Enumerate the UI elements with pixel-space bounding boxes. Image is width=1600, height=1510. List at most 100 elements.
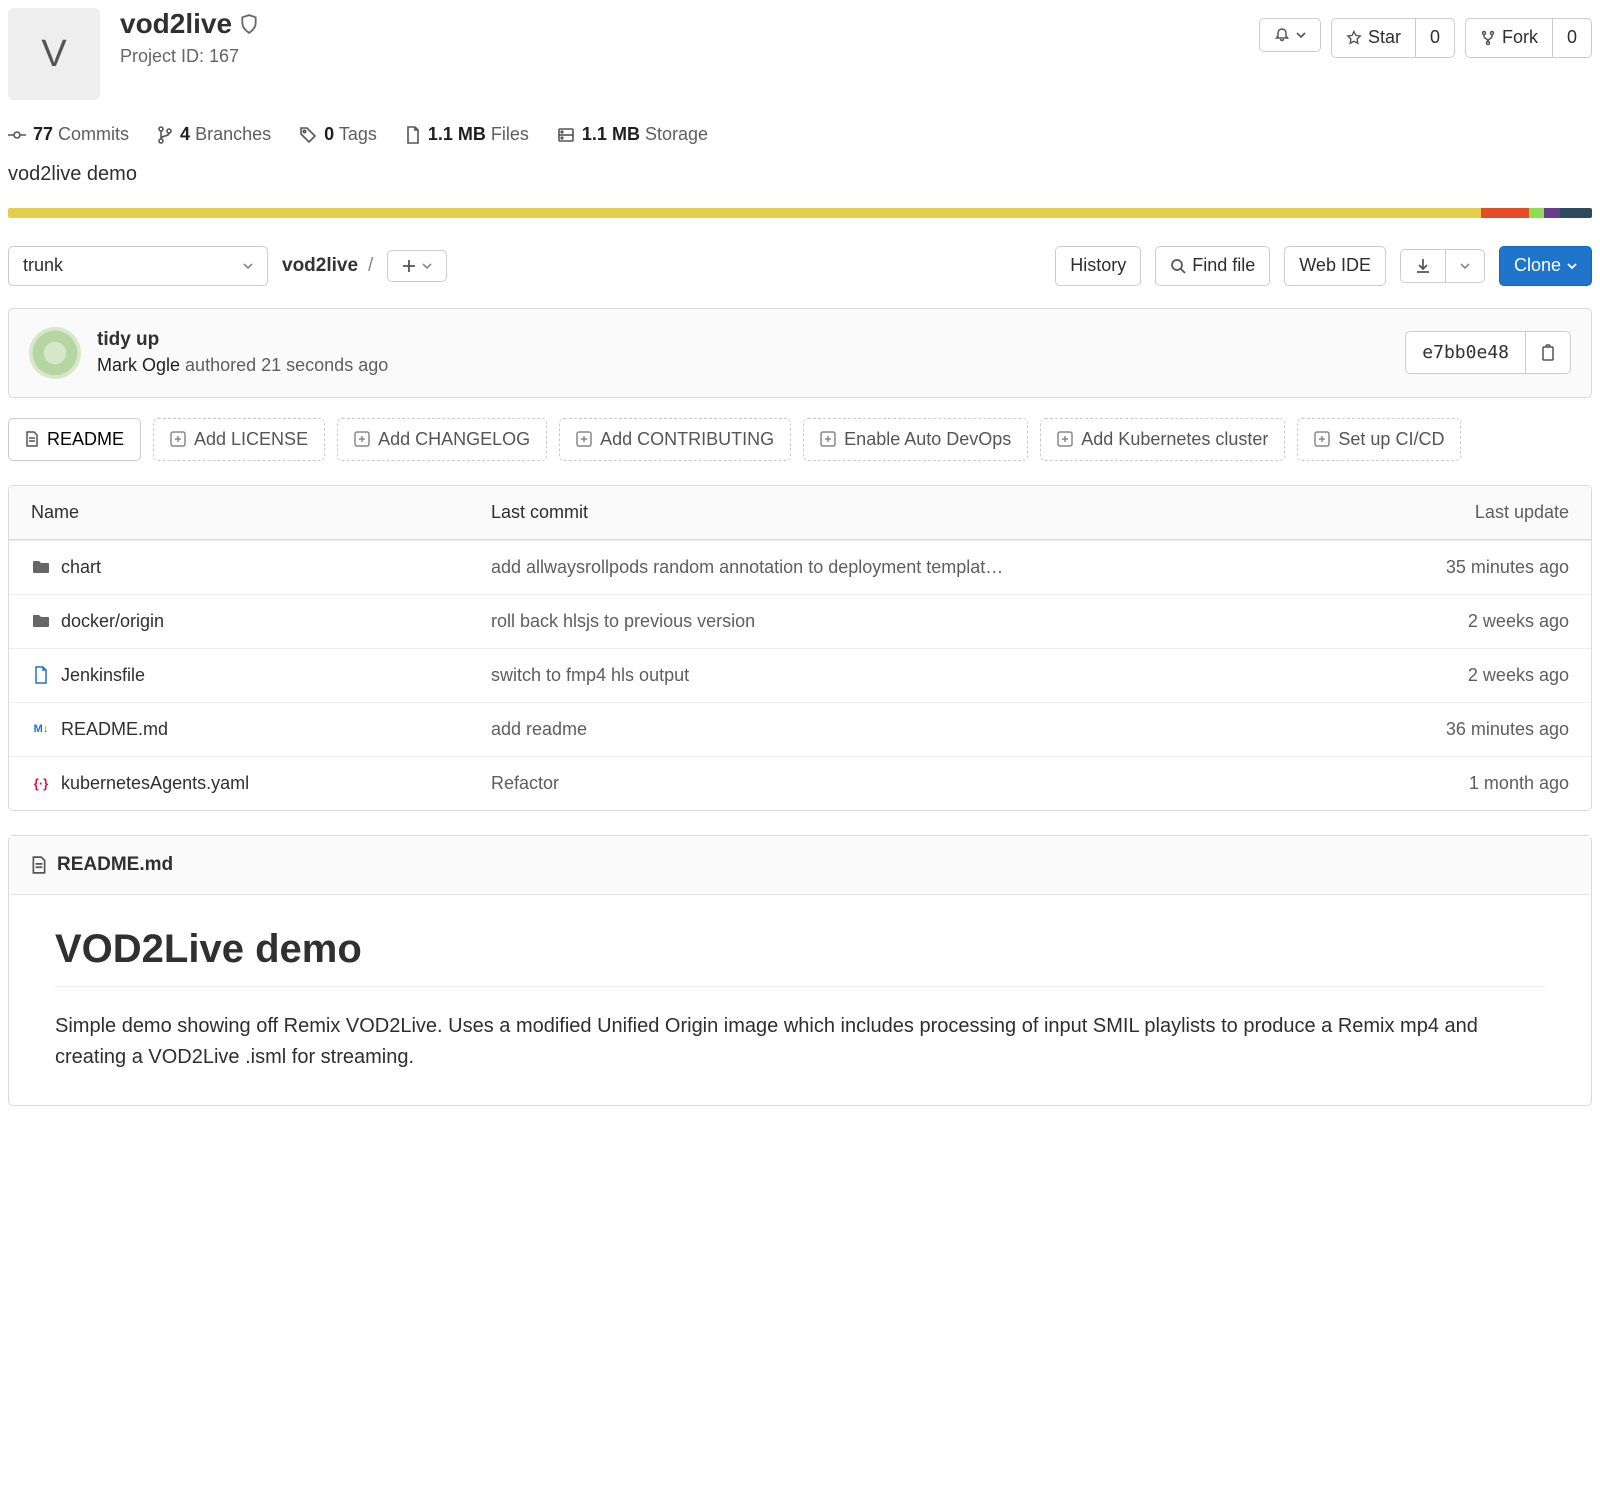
- file-last-commit[interactable]: roll back hlsjs to previous version: [491, 611, 1349, 632]
- file-name[interactable]: kubernetesAgents.yaml: [61, 773, 249, 794]
- star-count[interactable]: 0: [1415, 18, 1455, 58]
- clone-button[interactable]: Clone: [1499, 246, 1592, 286]
- fork-icon: [1480, 30, 1496, 46]
- add-license-chip[interactable]: Add LICENSE: [153, 418, 325, 461]
- add-dropdown[interactable]: [387, 250, 447, 282]
- commit-author[interactable]: Mark Ogle: [97, 355, 180, 375]
- file-name[interactable]: chart: [61, 557, 101, 578]
- file-table: Name Last commit Last update chartadd al…: [8, 485, 1592, 811]
- commit-sha[interactable]: e7bb0e48: [1405, 331, 1526, 374]
- history-button[interactable]: History: [1055, 246, 1141, 286]
- plus-square-icon: [1057, 431, 1073, 447]
- commit-icon: [8, 126, 26, 144]
- commits-stat[interactable]: 77 Commits: [8, 124, 129, 145]
- file-last-update: 35 minutes ago: [1349, 557, 1569, 578]
- plus-icon: [402, 259, 416, 273]
- branches-stat[interactable]: 4 Branches: [157, 124, 271, 145]
- file-name[interactable]: README.md: [61, 719, 168, 740]
- add-changelog-chip[interactable]: Add CHANGELOG: [337, 418, 547, 461]
- plus-square-icon: [576, 431, 592, 447]
- download-button[interactable]: [1400, 249, 1446, 283]
- file-last-update: 2 weeks ago: [1349, 611, 1569, 632]
- add-contributing-chip[interactable]: Add CONTRIBUTING: [559, 418, 791, 461]
- plus-square-icon: [1314, 431, 1330, 447]
- commit-time: 21 seconds ago: [261, 355, 388, 375]
- readme-filename[interactable]: README.md: [57, 854, 173, 876]
- star-label: Star: [1368, 27, 1401, 49]
- bell-icon: [1274, 27, 1290, 43]
- language-segment[interactable]: [1544, 208, 1560, 218]
- chevron-down-icon: [1567, 261, 1577, 271]
- project-header: V vod2live Project ID: 167 Star: [8, 8, 1592, 100]
- project-avatar: V: [8, 8, 100, 100]
- visibility-shield-icon: [240, 14, 258, 34]
- doc-icon: [31, 856, 47, 874]
- download-icon: [1415, 258, 1431, 274]
- tags-stat[interactable]: 0 Tags: [299, 124, 377, 145]
- files-size-stat[interactable]: 1.1 MB Files: [405, 124, 529, 145]
- fork-count[interactable]: 0: [1552, 18, 1592, 58]
- table-row[interactable]: {·} kubernetesAgents.yaml Refactor1 month …: [9, 756, 1591, 810]
- breadcrumb: vod2live /: [282, 255, 373, 277]
- language-segment[interactable]: [8, 208, 1481, 218]
- doc-icon: [25, 431, 39, 447]
- file-last-commit[interactable]: switch to fmp4 hls output: [491, 665, 1349, 686]
- project-title[interactable]: vod2live: [120, 8, 232, 40]
- fork-button[interactable]: Fork: [1465, 18, 1553, 58]
- language-segment[interactable]: [1481, 208, 1529, 218]
- storage-size-stat[interactable]: 1.1 MB Storage: [557, 124, 708, 145]
- readme-panel: README.md VOD2Live demo Simple demo show…: [8, 835, 1592, 1106]
- file-last-update: 36 minutes ago: [1349, 719, 1569, 740]
- branch-selector[interactable]: trunk: [8, 246, 268, 286]
- project-chips: README Add LICENSE Add CHANGELOG Add CON…: [8, 418, 1592, 461]
- file-last-update: 1 month ago: [1349, 773, 1569, 794]
- file-last-commit[interactable]: add readme: [491, 719, 1349, 740]
- star-button[interactable]: Star: [1331, 18, 1416, 58]
- file-last-commit[interactable]: add allwaysrollpods random annotation to…: [491, 557, 1349, 578]
- star-button-group[interactable]: Star 0: [1331, 18, 1455, 58]
- readme-chip[interactable]: README: [8, 418, 141, 461]
- file-last-commit[interactable]: Refactor: [491, 773, 1349, 794]
- language-segment[interactable]: [1560, 208, 1592, 218]
- find-file-button[interactable]: Find file: [1155, 246, 1270, 286]
- readme-h1: VOD2Live demo: [55, 927, 1545, 987]
- star-icon: [1346, 30, 1362, 46]
- plus-square-icon: [354, 431, 370, 447]
- chevron-down-icon: [422, 261, 432, 271]
- file-icon: [405, 126, 421, 144]
- file-name[interactable]: docker/origin: [61, 611, 164, 632]
- file-name[interactable]: Jenkinsfile: [61, 665, 145, 686]
- breadcrumb-root[interactable]: vod2live: [282, 255, 358, 277]
- file-icon: [31, 666, 51, 684]
- file-last-update: 2 weeks ago: [1349, 665, 1569, 686]
- table-row[interactable]: M↓ README.md add readme36 minutes ago: [9, 702, 1591, 756]
- web-ide-button[interactable]: Web IDE: [1284, 246, 1386, 286]
- storage-icon: [557, 126, 575, 144]
- last-commit-box: tidy up Mark Ogle authored 21 seconds ag…: [8, 308, 1592, 398]
- yaml-icon: {·}: [31, 776, 51, 791]
- col-name-header: Name: [31, 502, 491, 523]
- download-dropdown[interactable]: [1445, 249, 1485, 283]
- table-row[interactable]: docker/origin roll back hlsjs to previous…: [9, 594, 1591, 648]
- table-row[interactable]: Jenkinsfile switch to fmp4 hls output2 we…: [9, 648, 1591, 702]
- notification-dropdown[interactable]: [1259, 18, 1321, 52]
- project-stats: 77 Commits 4 Branches 0 Tags 1.1 MB File…: [8, 124, 1592, 145]
- commit-title[interactable]: tidy up: [97, 329, 1389, 351]
- fork-button-group[interactable]: Fork 0: [1465, 18, 1592, 58]
- folder-icon: [31, 613, 51, 629]
- add-k8s-chip[interactable]: Add Kubernetes cluster: [1040, 418, 1285, 461]
- fork-label: Fork: [1502, 27, 1538, 49]
- language-bar: [8, 208, 1592, 218]
- repo-controls: trunk vod2live / History Find file Web I…: [8, 246, 1592, 286]
- readme-header: README.md: [9, 836, 1591, 895]
- auto-devops-chip[interactable]: Enable Auto DevOps: [803, 418, 1028, 461]
- md-icon: M↓: [31, 723, 51, 735]
- language-segment[interactable]: [1529, 208, 1545, 218]
- branch-icon: [157, 126, 173, 144]
- plus-square-icon: [820, 431, 836, 447]
- copy-sha-button[interactable]: [1526, 331, 1571, 374]
- readme-body: VOD2Live demo Simple demo showing off Re…: [9, 895, 1591, 1105]
- table-row[interactable]: chart add allwaysrollpods random annotati…: [9, 540, 1591, 594]
- author-avatar[interactable]: [29, 327, 81, 379]
- setup-cicd-chip[interactable]: Set up CI/CD: [1297, 418, 1461, 461]
